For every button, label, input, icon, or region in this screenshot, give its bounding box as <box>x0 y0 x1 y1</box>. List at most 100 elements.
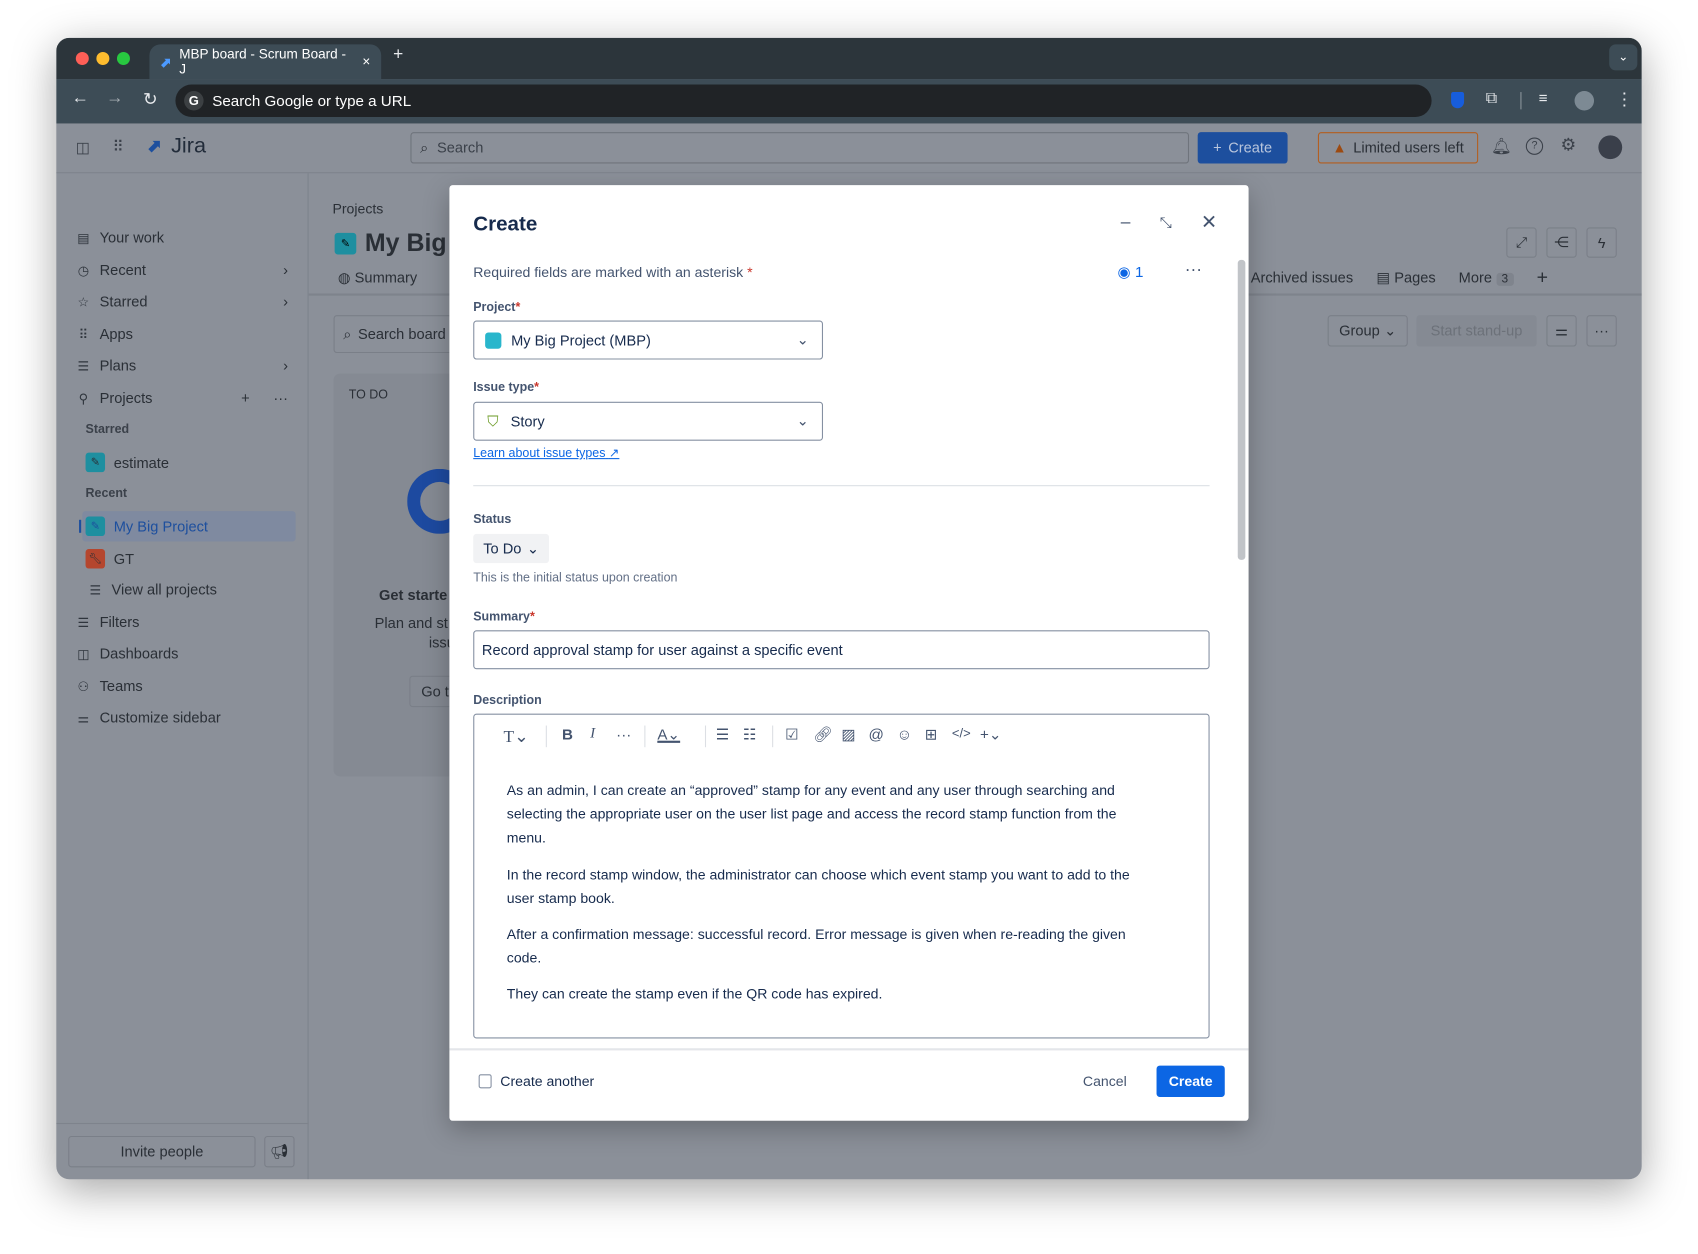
sidebar-project-my-big-project[interactable]: ✎ My Big Project <box>85 516 208 537</box>
mention-icon[interactable]: @ <box>868 726 883 743</box>
minimize-window-button[interactable] <box>96 51 110 65</box>
automation-lightning-icon[interactable]: ϟ <box>1586 227 1617 258</box>
collapse-icon[interactable]: ⤡ <box>1160 213 1172 231</box>
sidebar-project-estimate[interactable]: ✎ estimate <box>85 452 169 473</box>
forward-icon[interactable]: → <box>106 89 123 108</box>
sidebar-toggle-icon[interactable]: ◫ <box>76 139 90 157</box>
bold-icon[interactable]: B <box>562 726 573 743</box>
close-icon[interactable]: ✕ <box>1201 211 1217 234</box>
feedback-megaphone-icon[interactable]: 📢︎ <box>264 1135 295 1168</box>
toolbar-divider <box>545 725 547 748</box>
add-project-icon[interactable]: + <box>241 390 250 406</box>
help-icon[interactable]: ? <box>1525 137 1544 155</box>
summary-input[interactable]: Record approval stamp for user against a… <box>473 630 1210 670</box>
cancel-button[interactable]: Cancel <box>1083 1073 1127 1089</box>
create-another-checkbox[interactable] <box>478 1074 492 1089</box>
more-icon[interactable]: ··· <box>273 390 288 406</box>
search-input[interactable]: ⌕ Search <box>410 132 1190 164</box>
search-board-input[interactable]: ⌕ Search board <box>333 315 464 354</box>
link-icon[interactable]: 🔗︎ <box>813 726 832 744</box>
learn-issue-types-link[interactable]: Learn about issue types ↗ <box>473 445 619 460</box>
code-snippet-icon[interactable]: </> <box>952 726 971 741</box>
limited-users-button[interactable]: ▲ Limited users left <box>1317 132 1479 164</box>
invite-people-button[interactable]: Invite people <box>68 1135 256 1168</box>
italic-icon[interactable]: I <box>590 726 595 743</box>
sidebar-item-recent[interactable]: ◷ Recent › <box>76 262 288 278</box>
dialog-scrollbar[interactable] <box>1237 259 1246 560</box>
back-icon[interactable]: ← <box>71 89 88 108</box>
text-style-icon[interactable]: T⌄ <box>504 726 529 748</box>
share-icon[interactable]: ⋲ <box>1546 227 1577 258</box>
description-editor[interactable]: T⌄ B I ··· A⌄ ☰ ☷ ☑ 🔗︎ ▨ @ ☺ ⊞ </> +⌄ As… <box>473 713 1210 1039</box>
media-controls-icon[interactable]: ≡ <box>1539 89 1548 106</box>
image-icon[interactable]: ▨ <box>841 726 855 744</box>
sidebar-item-starred[interactable]: ☆ Starred › <box>76 293 289 310</box>
action-item-checkbox-icon[interactable]: ☑ <box>785 726 799 744</box>
settings-gear-icon[interactable]: ⚙ <box>1560 134 1576 156</box>
insert-more-icon[interactable]: +⌄ <box>980 726 1002 744</box>
plus-icon: + <box>1213 139 1222 156</box>
numbered-list-icon[interactable]: ☷ <box>743 726 757 744</box>
tab-pages[interactable]: ▤ Pages <box>1376 270 1435 287</box>
notifications-bell-icon[interactable]: 🔔︎ <box>1491 136 1512 156</box>
close-tab-icon[interactable]: × <box>362 54 370 69</box>
sidebar-item-filters[interactable]: ☰ Filters <box>76 614 140 630</box>
sidebar-item-teams[interactable]: ⚇ Teams <box>76 678 143 694</box>
more-options-icon[interactable]: ··· <box>1185 261 1202 280</box>
browser-menu-icon[interactable]: ⋮ <box>1616 89 1633 111</box>
tab-more[interactable]: More 3 <box>1459 270 1514 286</box>
sidebar-item-projects[interactable]: ⚲ Projects + ··· <box>76 390 288 406</box>
tab-search-chevron-icon[interactable]: ⌄ <box>1609 44 1638 71</box>
create-submit-button[interactable]: Create <box>1156 1065 1225 1097</box>
create-another-label[interactable]: Create another <box>500 1073 594 1089</box>
create-button[interactable]: + Create <box>1197 132 1288 164</box>
jira-logo-text[interactable]: Jira <box>171 134 206 159</box>
reload-icon[interactable]: ↻ <box>143 89 158 111</box>
new-tab-button[interactable]: + <box>393 45 403 64</box>
sidebar-view-all-projects[interactable]: ☰ View all projects <box>88 582 216 598</box>
address-bar[interactable]: G Search Google or type a URL <box>175 84 1432 117</box>
more-actions-icon[interactable]: ··· <box>1586 315 1617 347</box>
add-tab-icon[interactable]: + <box>1537 266 1548 289</box>
group-button[interactable]: Group ⌄ <box>1327 315 1408 347</box>
tab-summary[interactable]: ◍ Summary <box>338 270 417 287</box>
eye-icon: ◉ <box>1117 263 1131 281</box>
app-switcher-icon[interactable]: ⠿ <box>113 138 124 156</box>
issue-type-select[interactable]: ⛉ Story ⌄ <box>473 401 824 441</box>
view-settings-icon[interactable]: ⚌ <box>1546 315 1577 347</box>
toolbar-divider <box>1520 92 1522 110</box>
sliders-icon: ⚌ <box>77 709 90 726</box>
table-icon[interactable]: ⊞ <box>925 726 938 744</box>
bullet-list-icon[interactable]: ☰ <box>716 726 730 744</box>
status-dropdown[interactable]: To Do ⌄ <box>473 533 550 564</box>
sidebar-project-gt[interactable]: 🔧︎ GT <box>85 549 134 569</box>
start-standup-button[interactable]: Start stand-up <box>1416 315 1537 347</box>
sidebar-item-plans[interactable]: ☰ Plans › <box>76 357 289 373</box>
star-icon: ☆ <box>77 294 90 310</box>
tab-title: MBP board - Scrum Board - J <box>179 46 346 77</box>
extensions-icon[interactable]: ⧉ <box>1486 89 1498 107</box>
more-formatting-icon[interactable]: ··· <box>616 726 631 743</box>
fullscreen-icon[interactable]: ⤢ <box>1506 227 1537 258</box>
sidebar-item-dashboards[interactable]: ◫ Dashboards <box>76 645 178 661</box>
watch-button[interactable]: ◉ 1 <box>1118 263 1144 281</box>
text-color-icon[interactable]: A⌄ <box>657 726 680 744</box>
maximize-window-button[interactable] <box>116 51 130 65</box>
sidebar-item-customize[interactable]: ⚌ Customize sidebar <box>76 709 221 725</box>
bitwarden-extension-icon[interactable] <box>1451 92 1465 109</box>
sidebar-item-apps[interactable]: ⠿ Apps <box>76 326 133 342</box>
chevron-right-icon: › <box>283 262 289 279</box>
minimize-icon[interactable]: – <box>1121 213 1131 232</box>
project-select[interactable]: My Big Project (MBP) ⌄ <box>473 320 824 360</box>
profile-avatar[interactable] <box>1574 90 1595 111</box>
jira-logo-icon: ⬈ <box>147 137 162 156</box>
sidebar-item-your-work[interactable]: ▤ Your work <box>76 230 164 246</box>
browser-tab[interactable]: ⬈ MBP board - Scrum Board - J × <box>149 44 382 80</box>
tab-archived-issues[interactable]: Archived issues <box>1251 270 1353 286</box>
breadcrumb[interactable]: Projects <box>332 200 383 216</box>
sidebar-divider <box>56 1122 309 1125</box>
project-notebook-icon <box>485 331 502 349</box>
close-window-button[interactable] <box>75 51 89 65</box>
user-avatar[interactable] <box>1598 135 1623 160</box>
emoji-icon[interactable]: ☺ <box>897 726 912 743</box>
